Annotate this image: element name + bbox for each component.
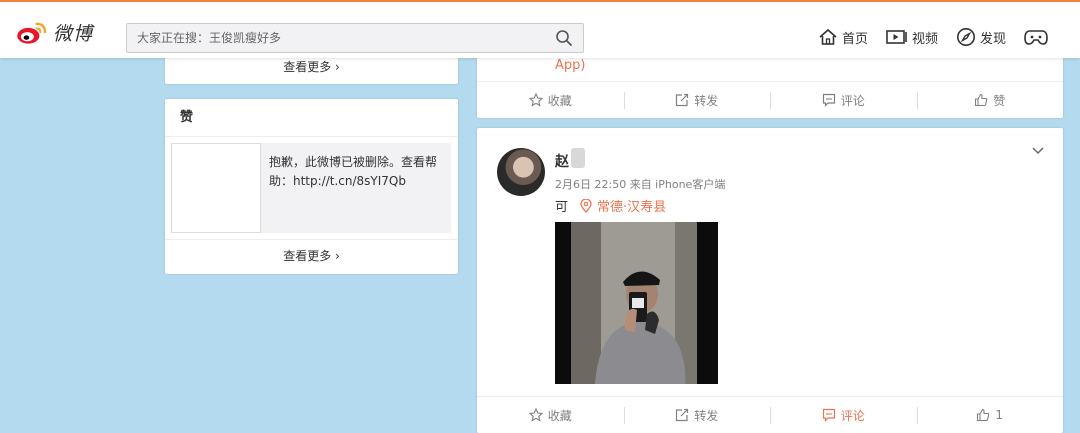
likes-card: 赞 抱歉，此微博已被删除。查看帮助：http://t.cn/8sYI7Qb 查看… [165,99,458,274]
post-location-label: 常德·汉寿县 [597,200,667,215]
likes-deleted-message: 抱歉，此微博已被删除。查看帮助：http://t.cn/8sYI7Qb [261,143,451,233]
chevron-down-icon[interactable] [1031,146,1045,156]
star-icon [528,93,543,107]
search-box[interactable] [126,23,584,53]
post-username[interactable]: 赵 [555,151,569,171]
username-blur [571,148,585,168]
location-pin-icon [580,198,592,213]
comment-label: 评论 [840,93,865,108]
previous-post-action-bar: 收藏 转发 评论 赞 [477,81,1063,118]
like-label: 赞 [993,93,1006,108]
favorite-button[interactable]: 收藏 [477,397,624,433]
repost-icon [676,408,689,422]
comment-button[interactable]: 评论 [770,397,917,433]
home-icon [819,28,837,45]
nav-video-label: 视频 [912,31,939,47]
post-location[interactable]: 常德·汉寿县 [580,196,666,215]
comment-icon [822,93,835,107]
top-nav-bar: 微博 首页 视频 [0,0,1080,58]
repost-button[interactable]: 转发 [623,397,771,433]
nav-game[interactable] [1024,27,1052,47]
nav-discover[interactable]: 发现 [956,27,1006,47]
post-photo-image [555,222,718,384]
like-count: 1 [995,408,1004,422]
post-app-link[interactable]: App) [555,58,585,73]
search-icon[interactable] [555,29,573,47]
divider [165,239,458,240]
gamepad-icon [1024,30,1048,45]
likes-thumbnail[interactable] [171,143,261,233]
repost-icon [676,93,689,107]
repost-label: 转发 [694,93,719,108]
favorite-button[interactable]: 收藏 [477,82,624,118]
video-icon [886,30,907,44]
favorite-label: 收藏 [547,408,572,423]
likes-card-title: 赞 [165,99,458,137]
nav-home[interactable]: 首页 [818,27,868,47]
thumbs-up-icon [975,93,988,107]
comment-button[interactable]: 评论 [770,82,917,118]
thumbs-up-icon [977,408,990,422]
weibo-logo-icon [17,22,47,44]
likes-more-link[interactable]: 查看更多 › [165,247,458,264]
nav-discover-label: 发现 [980,31,1007,47]
avatar[interactable] [497,148,545,196]
post-action-bar: 收藏 转发 评论 1 [477,396,1063,433]
nav-home-label: 首页 [842,31,869,47]
repost-label: 转发 [694,408,719,423]
post-content: 可 常德·汉寿县 [555,196,666,215]
compass-icon [957,28,976,46]
post-photo[interactable] [555,222,718,384]
star-icon [528,408,543,422]
like-button[interactable]: 1 [916,397,1064,433]
main-nav: 首页 视频 发现 [818,27,1070,47]
like-button[interactable]: 赞 [916,82,1064,118]
post-meta[interactable]: 2月6日 22:50 来自 iPhone客户端 [555,176,725,192]
nav-video[interactable]: 视频 [886,27,938,47]
logo-text: 微博 [53,23,94,45]
comment-label: 评论 [840,408,865,423]
repost-button[interactable]: 转发 [623,82,771,118]
weibo-logo[interactable]: 微博 [16,19,93,46]
favorite-label: 收藏 [547,93,572,108]
search-input[interactable] [127,24,527,52]
post-card: 赵 2月6日 22:50 来自 iPhone客户端 可 常德·汉寿县 收藏 转发… [477,128,1063,433]
post-text: 可 [555,200,569,215]
comment-icon [822,408,835,422]
